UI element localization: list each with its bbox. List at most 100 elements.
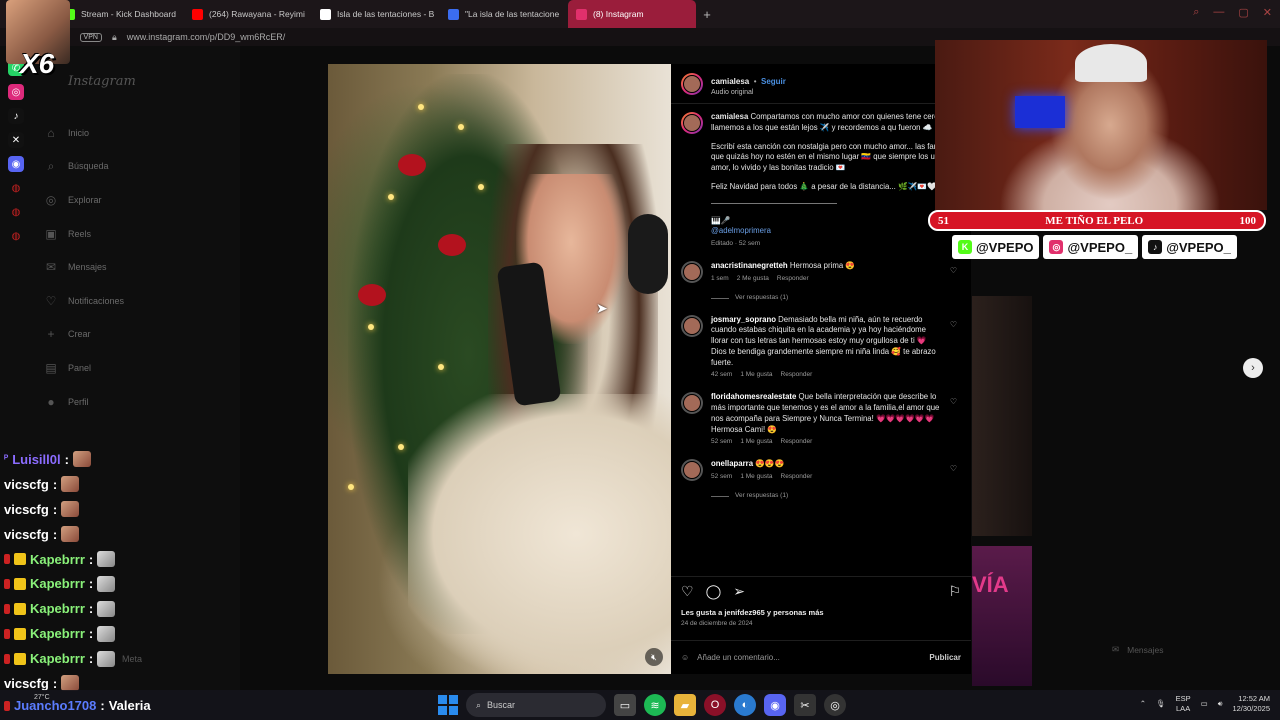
browser-tab[interactable]: (8) Instagram	[568, 0, 696, 28]
comment-like-heart-icon[interactable]: ♡	[950, 265, 957, 276]
chat-badge	[4, 603, 10, 614]
url-field[interactable]: www.instagram.com/p/DD9_wm6RcER/	[127, 32, 286, 42]
obs-icon[interactable]: ◎	[824, 694, 846, 716]
comment-likes[interactable]: 1 Me gusta	[740, 473, 772, 480]
chat-username[interactable]: vicscfg	[4, 527, 49, 542]
chat-username[interactable]: Kapebrrr	[30, 576, 85, 591]
reply-button[interactable]: Responder	[777, 275, 809, 282]
author-avatar[interactable]	[681, 112, 703, 134]
view-replies-button[interactable]: Ver respuestas (1)	[711, 492, 961, 501]
tray-chevron-icon[interactable]: ⌃	[1140, 699, 1146, 708]
follow-button[interactable]: Seguir	[761, 77, 786, 86]
chat-username[interactable]: Luisill0l	[12, 452, 60, 467]
instagram-logo[interactable]: Instagram	[68, 74, 136, 89]
chat-emote	[97, 650, 116, 667]
vpn-badge[interactable]: VPN	[79, 32, 102, 42]
new-tab-button[interactable]: +	[696, 7, 718, 22]
comment-meta: 52 sem 1 Me gusta Responder	[711, 438, 941, 447]
nav-item-panel[interactable]: ▤ Panel	[44, 351, 124, 385]
comment-likes[interactable]: 1 Me gusta	[740, 371, 772, 378]
comment-like-heart-icon[interactable]: ♡	[950, 396, 957, 407]
mic-icon[interactable]: 🎙︎	[1156, 699, 1166, 708]
reply-button[interactable]: Responder	[781, 473, 813, 480]
spotify-icon[interactable]: ≋	[644, 694, 666, 716]
close-button[interactable]: ✕	[1263, 6, 1272, 19]
chat-username[interactable]: Kapebrrr	[30, 601, 85, 616]
volume-icon[interactable]: 🔊︎	[1218, 699, 1223, 709]
audio-label[interactable]: Audio original	[711, 89, 786, 96]
chat-username[interactable]: Juancho1708	[14, 698, 96, 713]
browser-icon[interactable]: ◐	[734, 694, 756, 716]
comment-username[interactable]: onellaparra	[711, 459, 753, 468]
nav-item-reels[interactable]: ▣ Reels	[44, 217, 124, 251]
comment-input[interactable]: Añade un comentario...	[697, 653, 780, 662]
discord-icon[interactable]: ◉	[764, 694, 786, 716]
chat-username[interactable]: vicscfg	[4, 477, 49, 492]
comments-list[interactable]: camialesa Compartamos con mucho amor con…	[671, 104, 971, 509]
opera-icon[interactable]: O	[704, 694, 726, 716]
credit-link[interactable]: @adelmoprimera	[711, 226, 961, 237]
commenter-avatar[interactable]	[681, 392, 703, 415]
nav-item-búsqueda[interactable]: ⌕ Búsqueda	[44, 150, 124, 184]
mute-icon[interactable]: 🔇︎	[645, 648, 663, 666]
meta-label[interactable]: Meta	[122, 654, 142, 664]
chat-username[interactable]: Kapebrrr	[30, 626, 85, 641]
commenter-avatar[interactable]	[681, 459, 703, 482]
chat-username[interactable]: vicscfg	[4, 502, 49, 517]
taskbar-search[interactable]: ⌕ Buscar	[466, 693, 606, 717]
like-heart-icon[interactable]: ♡	[681, 583, 694, 600]
reply-button[interactable]: Responder	[781, 371, 813, 378]
author-avatar[interactable]	[681, 72, 703, 95]
browser-tab[interactable]: Stream - Kick Dashboard	[56, 0, 184, 28]
nav-item-crear[interactable]: + Crear	[44, 318, 124, 352]
search-icon[interactable]: ⌕	[1193, 6, 1199, 19]
nav-item-mensajes[interactable]: ✉ Mensajes	[44, 250, 124, 284]
commenter-avatar[interactable]	[681, 260, 703, 283]
language-indicator[interactable]: ESP LAA	[1176, 694, 1191, 714]
nav-item-perfil[interactable]: ● Perfil	[44, 385, 124, 419]
view-replies-button[interactable]: Ver respuestas (1)	[711, 294, 961, 303]
caption: camialesa Compartamos con mucho amor con…	[681, 112, 961, 249]
red-bow	[438, 234, 466, 256]
nav-item-explorar[interactable]: ◎ Explorar	[44, 183, 124, 217]
author-username[interactable]: camialesa	[711, 77, 749, 86]
commenter-avatar[interactable]	[681, 314, 703, 337]
comment-likes[interactable]: 1 Me gusta	[740, 438, 772, 445]
chat-username[interactable]: vicscfg	[4, 676, 49, 691]
chat-username[interactable]: Kapebrrr	[30, 651, 85, 666]
capcut-icon[interactable]: ✂	[794, 694, 816, 716]
publish-button[interactable]: Publicar	[929, 653, 961, 662]
caption-username[interactable]: camialesa	[711, 112, 748, 121]
chat-username[interactable]: Kapebrrr	[30, 552, 85, 567]
comment-bubble-icon[interactable]: ◯	[706, 583, 722, 600]
nav-item-notificaciones[interactable]: ♡ Notificaciones	[44, 284, 124, 318]
maximize-button[interactable]: ▢	[1238, 6, 1248, 19]
task-view-icon[interactable]: ▭	[614, 694, 636, 716]
nav-item-inicio[interactable]: ⌂ Inicio	[44, 116, 124, 150]
reel-video[interactable]: ➤ 🔇︎	[328, 64, 671, 674]
taskbar: 27°C ⌕ Buscar ▭ ≋ ▰ O ◐ ◉ ✂ ◎ ⌃ 🎙︎ ESP L…	[0, 690, 1280, 720]
windows-start-icon[interactable]	[438, 695, 458, 715]
browser-tab[interactable]: "La isla de las tentacione	[440, 0, 568, 28]
chat-colon: :	[88, 576, 94, 592]
comment-likes[interactable]: 2 Me gusta	[737, 275, 769, 282]
chat-message: vicscfg:	[4, 497, 115, 522]
bookmark-icon[interactable]: ⚐	[948, 583, 961, 600]
next-post-button[interactable]: ›	[1243, 358, 1263, 378]
browser-tab[interactable]: (264) Rawayana - Reyimi	[184, 0, 312, 28]
comment-username[interactable]: floridahomesrealestate	[711, 392, 796, 401]
clock[interactable]: 12:52 AM 12/30/2025	[1232, 694, 1270, 714]
comment-username[interactable]: anacristinanegretteh	[711, 261, 788, 270]
reply-button[interactable]: Responder	[781, 438, 813, 445]
messages-pill[interactable]: ✉ Mensajes	[1112, 644, 1164, 655]
share-send-icon[interactable]: ➢	[733, 583, 745, 600]
emoji-icon[interactable]: ☺	[681, 653, 689, 662]
network-icon[interactable]: ▭	[1201, 699, 1208, 708]
folder-icon[interactable]: ▰	[674, 694, 696, 716]
minimize-button[interactable]: —	[1213, 6, 1224, 19]
likes-summary[interactable]: Les gusta a jenifdez965 y personas más	[681, 608, 961, 617]
browser-tab[interactable]: Isla de las tentaciones - B	[312, 0, 440, 28]
comment-username[interactable]: josmary_soprano	[711, 315, 776, 324]
comment-like-heart-icon[interactable]: ♡	[950, 463, 957, 474]
comment-like-heart-icon[interactable]: ♡	[950, 319, 957, 330]
